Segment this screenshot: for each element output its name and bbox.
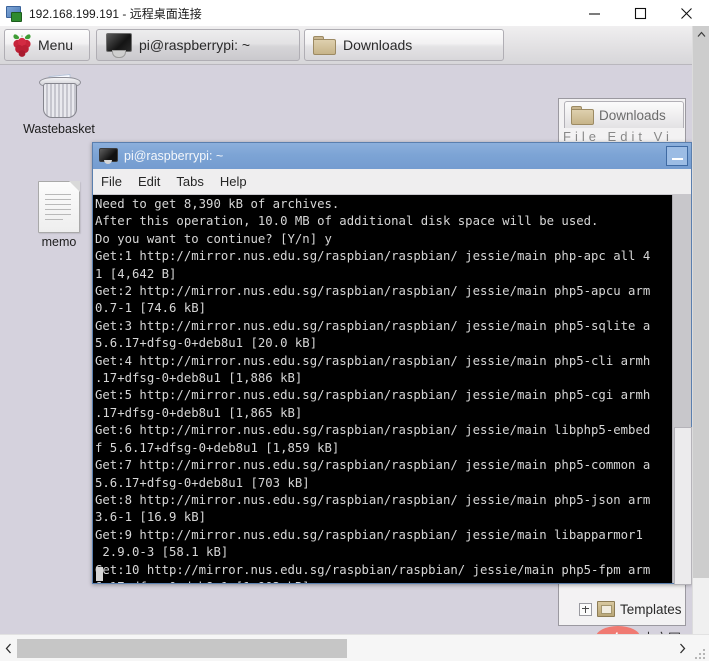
scroll-up-icon[interactable]: [693, 26, 709, 43]
menu-tabs[interactable]: Tabs: [168, 174, 211, 189]
terminal-output-text: Need to get 8,390 kB of archives. After …: [95, 197, 651, 583]
taskbar-button-downloads-label: Downloads: [343, 37, 413, 53]
menu-file[interactable]: File: [93, 174, 130, 189]
terminal-titlebar[interactable]: pi@raspberrypi: ~: [93, 143, 691, 169]
terminal-window-title: pi@raspberrypi: ~: [124, 149, 224, 163]
taskbar-button-terminal-label: pi@raspberrypi: ~: [139, 37, 251, 53]
watermark: php 中文网: [596, 626, 681, 634]
file-manager-tab-label: Downloads: [599, 107, 666, 123]
close-button[interactable]: [663, 0, 709, 26]
terminal-menubar: File Edit Tabs Help: [93, 169, 691, 195]
file-manager-tree: Templates Videos: [559, 596, 685, 625]
desktop-icon-wastebasket[interactable]: Wastebasket: [4, 73, 114, 136]
menu-button[interactable]: Menu: [4, 29, 90, 61]
maximize-button[interactable]: [617, 0, 663, 26]
terminal-icon: [105, 33, 132, 58]
menu-help[interactable]: Help: [212, 174, 255, 189]
screenshot-root: 192.168.199.191 - 远程桌面连接 Menu pi@raspber…: [0, 0, 709, 661]
scroll-left-icon[interactable]: [0, 638, 17, 659]
terminal-minimize-button[interactable]: [666, 146, 688, 166]
minimize-button[interactable]: [571, 0, 617, 26]
remote-desktop-icon: [6, 5, 22, 22]
terminal-cursor: [96, 567, 103, 581]
tree-item-templates-label: Templates: [620, 601, 682, 617]
desktop-icon-wastebasket-label: Wastebasket: [23, 122, 95, 136]
rdp-vertical-scroll-thumb[interactable]: [693, 43, 709, 578]
taskbar-button-terminal[interactable]: pi@raspberrypi: ~: [96, 29, 300, 61]
terminal-output-area[interactable]: Need to get 8,390 kB of archives. After …: [93, 195, 673, 583]
expand-icon[interactable]: [579, 602, 592, 616]
resize-grip-icon[interactable]: [695, 647, 707, 659]
rdp-horizontal-scrollbar[interactable]: [0, 634, 709, 661]
rdp-titlebar: 192.168.199.191 - 远程桌面连接: [0, 0, 709, 27]
desktop-icon-memo-label: memo: [41, 235, 77, 249]
terminal-scrollbar[interactable]: [672, 195, 692, 585]
terminal-window[interactable]: pi@raspberrypi: ~ File Edit Tabs Help Ne…: [92, 142, 692, 585]
scroll-right-icon[interactable]: [674, 638, 691, 659]
terminal-scrollbar-thumb[interactable]: [674, 427, 692, 585]
folder-icon: [597, 601, 615, 617]
raspberry-icon: [10, 32, 34, 58]
wastebasket-icon: [36, 73, 82, 120]
tree-item-videos[interactable]: Videos: [559, 622, 685, 625]
taskbar-button-downloads[interactable]: Downloads: [304, 29, 504, 61]
folder-icon: [313, 35, 336, 55]
file-manager-tab-downloads[interactable]: Downloads: [564, 101, 684, 128]
rdp-horizontal-scroll-thumb[interactable]: [17, 639, 347, 658]
rdp-vertical-scrollbar[interactable]: [692, 26, 709, 634]
menu-edit[interactable]: Edit: [130, 174, 168, 189]
rdp-window-controls: [571, 0, 709, 26]
watermark-php-logo: php: [596, 626, 640, 634]
menu-button-label: Menu: [38, 37, 74, 53]
folder-icon: [571, 105, 594, 125]
lxde-taskbar: Menu pi@raspberrypi: ~ Downloads: [0, 26, 692, 65]
terminal-icon: [99, 148, 118, 164]
document-icon: [38, 181, 80, 233]
remote-desktop-viewport[interactable]: Menu pi@raspberrypi: ~ Downloads Wasteba…: [0, 26, 692, 634]
tree-item-templates[interactable]: Templates: [559, 596, 685, 622]
rdp-window-title: 192.168.199.191 - 远程桌面连接: [29, 6, 202, 21]
